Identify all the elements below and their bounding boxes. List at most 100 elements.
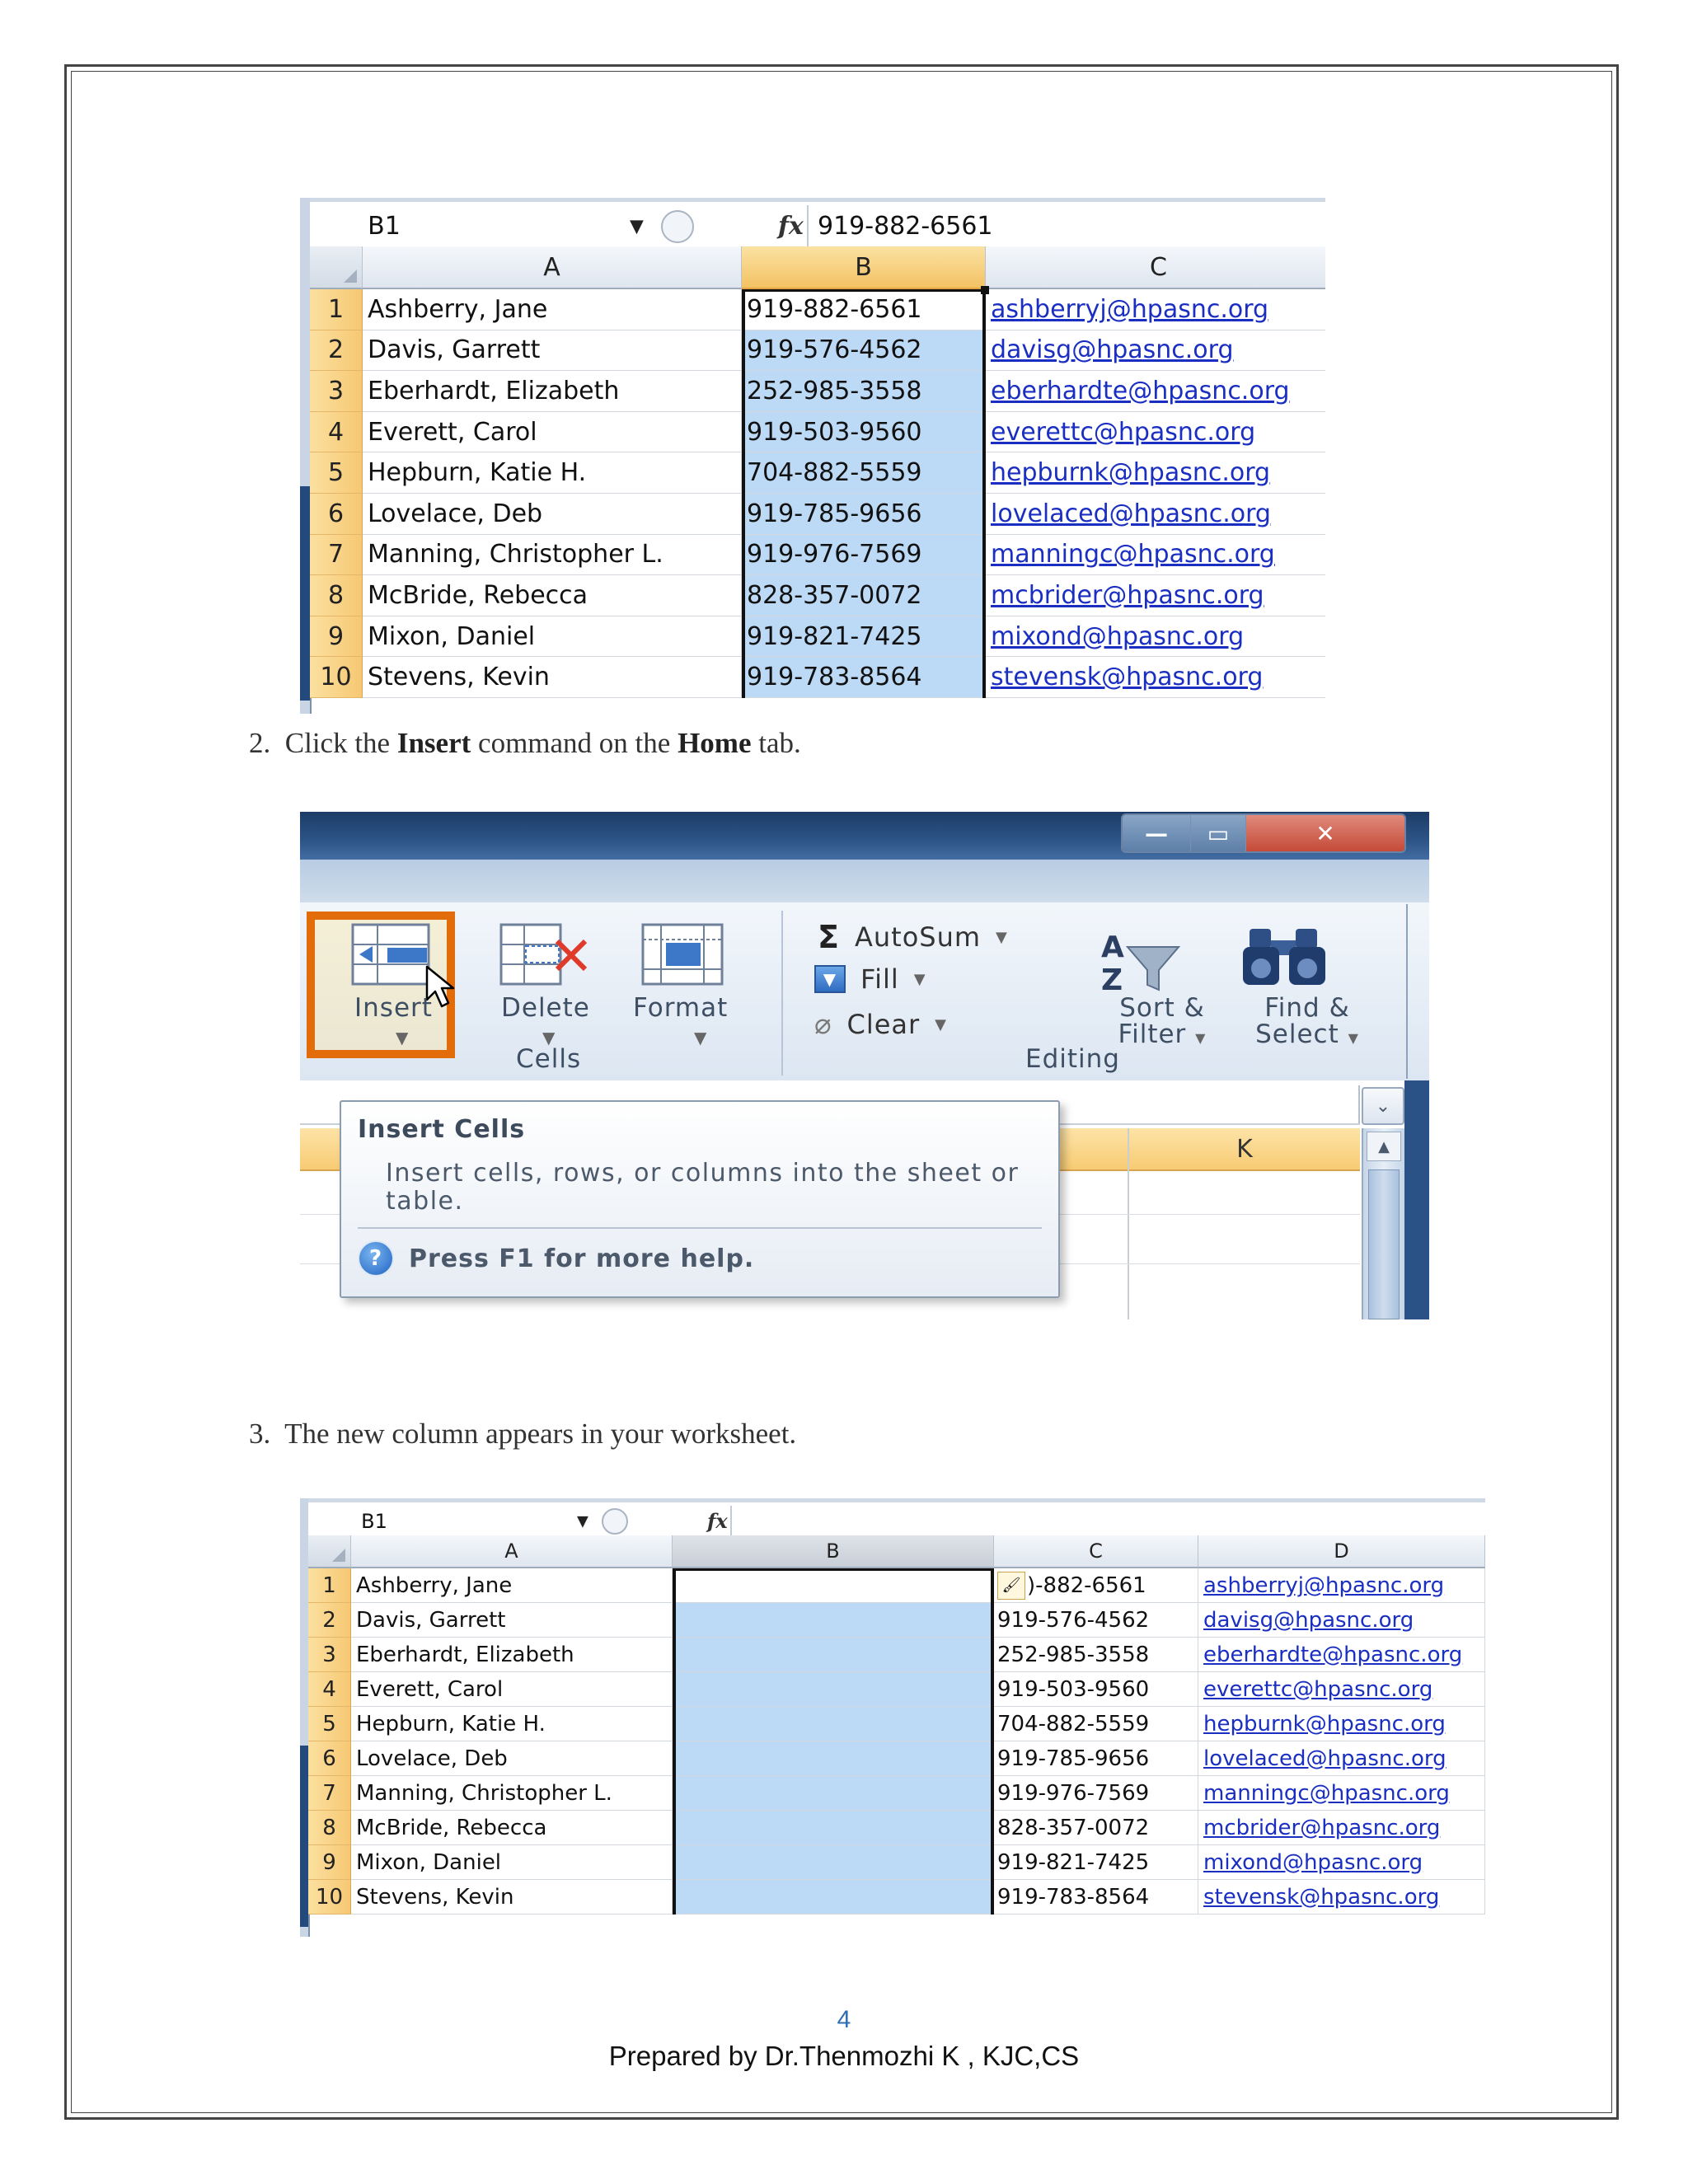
close-icon[interactable]: ✕ <box>1246 815 1404 851</box>
autosum-button[interactable]: Σ AutoSum ▼ <box>818 919 1008 955</box>
row-header[interactable]: 10 <box>310 657 363 698</box>
email-cell[interactable]: mcbrider@hpasnc.org <box>1198 1811 1485 1845</box>
email-link[interactable]: davisg@hpasnc.org <box>991 335 1234 364</box>
empty-new-cell[interactable] <box>673 1707 994 1741</box>
email-cell[interactable]: manningc@hpasnc.org <box>1198 1776 1485 1811</box>
phone-cell[interactable]: 919-503-9560 <box>994 1672 1198 1707</box>
row-header[interactable]: 4 <box>308 1672 351 1707</box>
name-cell[interactable]: Davis, Garrett <box>363 330 742 372</box>
row-header[interactable]: 3 <box>310 371 363 412</box>
row-header[interactable]: 9 <box>310 616 363 658</box>
minimize-icon[interactable]: — <box>1123 815 1191 851</box>
phone-cell[interactable]: 252-985-3558 <box>994 1638 1198 1672</box>
email-cell[interactable]: mixond@hpasnc.org <box>986 616 1325 658</box>
phone-cell[interactable]: 919-576-4562 <box>994 1603 1198 1638</box>
email-cell[interactable]: stevensk@hpasnc.org <box>986 657 1325 698</box>
name-cell[interactable]: Stevens, Kevin <box>351 1880 673 1915</box>
email-cell[interactable]: lovelaced@hpasnc.org <box>986 494 1325 535</box>
email-cell[interactable]: hepburnk@hpasnc.org <box>986 452 1325 494</box>
phone-cell[interactable]: 919-821-7425 <box>742 616 986 658</box>
email-link[interactable]: manningc@hpasnc.org <box>1203 1781 1450 1806</box>
row-header[interactable]: 4 <box>310 411 363 453</box>
phone-cell[interactable]: 919-785-9656 <box>742 494 986 535</box>
name-cell[interactable]: Lovelace, Deb <box>363 494 742 535</box>
name-cell[interactable]: Eberhardt, Elizabeth <box>351 1638 673 1672</box>
email-cell[interactable]: eberhardte@hpasnc.org <box>1198 1638 1485 1672</box>
email-cell[interactable]: manningc@hpasnc.org <box>986 535 1325 576</box>
name-cell[interactable]: Stevens, Kevin <box>363 657 742 698</box>
email-link[interactable]: hepburnk@hpasnc.org <box>1203 1712 1446 1736</box>
insert-function-icon[interactable]: fx <box>707 1502 728 1540</box>
row-header[interactable]: 8 <box>310 575 363 616</box>
name-cell[interactable]: McBride, Rebecca <box>363 575 742 616</box>
phone-cell[interactable]: 919-785-9656 <box>994 1741 1198 1776</box>
row-header[interactable]: 7 <box>310 534 363 576</box>
email-cell[interactable]: mixond@hpasnc.org <box>1198 1845 1485 1880</box>
scrollbar-thumb[interactable] <box>1368 1169 1400 1319</box>
fill-dropdown-icon[interactable]: ▼ <box>914 971 926 988</box>
column-header-b[interactable]: B <box>673 1535 994 1568</box>
email-link[interactable]: mixond@hpasnc.org <box>1203 1850 1423 1875</box>
email-link[interactable]: mcbrider@hpasnc.org <box>991 581 1264 610</box>
email-cell[interactable]: lovelaced@hpasnc.org <box>1198 1741 1485 1776</box>
email-link[interactable]: stevensk@hpasnc.org <box>991 663 1263 691</box>
maximize-icon[interactable]: ▭ <box>1191 815 1246 851</box>
name-cell[interactable]: Lovelace, Deb <box>351 1741 673 1776</box>
name-cell[interactable]: Mixon, Daniel <box>351 1845 673 1880</box>
find-select-button[interactable]: Find & Select ▼ <box>1236 995 1378 1052</box>
name-cell[interactable]: Manning, Christopher L. <box>363 534 742 576</box>
email-link[interactable]: eberhardte@hpasnc.org <box>991 377 1290 405</box>
email-link[interactable]: lovelaced@hpasnc.org <box>991 499 1271 528</box>
fill-handle[interactable] <box>981 286 989 294</box>
clear-dropdown-icon[interactable]: ▼ <box>935 1016 947 1033</box>
name-box-dropdown-icon[interactable]: ▼ <box>577 1512 588 1530</box>
fill-button[interactable]: ▼ Fill ▼ <box>814 963 926 995</box>
email-cell[interactable]: eberhardte@hpasnc.org <box>986 371 1325 412</box>
phone-cell[interactable]: 🖌)-882-6561 <box>994 1568 1198 1603</box>
name-box[interactable]: B1 <box>310 202 458 251</box>
email-cell[interactable]: davisg@hpasnc.org <box>1198 1603 1485 1638</box>
column-header-a[interactable]: A <box>363 246 742 289</box>
email-link[interactable]: lovelaced@hpasnc.org <box>1203 1746 1447 1771</box>
empty-new-cell[interactable] <box>673 1638 994 1672</box>
phone-cell[interactable]: 919-976-7569 <box>742 534 986 576</box>
clear-button[interactable]: ⌀ Clear ▼ <box>814 1008 947 1041</box>
phone-cell[interactable]: 828-357-0072 <box>994 1811 1198 1845</box>
insert-button[interactable]: Insert <box>354 993 433 1023</box>
column-header-d[interactable]: D <box>1198 1535 1485 1568</box>
phone-cell[interactable]: 919-976-7569 <box>994 1776 1198 1811</box>
name-box[interactable]: B1 <box>308 1502 440 1540</box>
phone-cell[interactable]: 704-882-5559 <box>742 452 986 494</box>
name-cell[interactable]: Hepburn, Katie H. <box>363 452 742 494</box>
name-cell[interactable]: Ashberry, Jane <box>351 1568 673 1603</box>
formula-value[interactable]: 919-882-6561 <box>818 202 993 251</box>
select-all-corner[interactable] <box>310 246 363 289</box>
email-cell[interactable]: ashberryj@hpasnc.org <box>1198 1568 1485 1603</box>
insert-dropdown-icon[interactable]: ▼ <box>396 1028 408 1047</box>
name-cell[interactable]: Eberhardt, Elizabeth <box>363 371 742 412</box>
empty-new-cell[interactable] <box>673 1603 994 1638</box>
empty-new-cell[interactable] <box>673 1811 994 1845</box>
column-header-a[interactable]: A <box>351 1535 673 1568</box>
insert-options-icon[interactable]: 🖌 <box>997 1571 1025 1600</box>
name-cell[interactable]: Hepburn, Katie H. <box>351 1707 673 1741</box>
row-header[interactable]: 1 <box>310 289 363 330</box>
column-header-k[interactable]: K <box>1129 1128 1360 1169</box>
name-cell[interactable]: Ashberry, Jane <box>363 289 742 330</box>
row-header[interactable]: 6 <box>308 1741 351 1776</box>
autosum-dropdown-icon[interactable]: ▼ <box>996 929 1008 946</box>
email-link[interactable]: everettc@hpasnc.org <box>1203 1677 1432 1702</box>
email-link[interactable]: mcbrider@hpasnc.org <box>1203 1816 1440 1840</box>
row-header[interactable]: 2 <box>310 330 363 372</box>
row-header[interactable]: 9 <box>308 1845 351 1880</box>
phone-cell[interactable]: 919-576-4562 <box>742 330 986 372</box>
phone-cell[interactable]: 919-821-7425 <box>994 1845 1198 1880</box>
name-cell[interactable]: Davis, Garrett <box>351 1603 673 1638</box>
format-dropdown-icon[interactable]: ▼ <box>694 1028 706 1047</box>
empty-new-cell[interactable] <box>673 1741 994 1776</box>
email-cell[interactable]: stevensk@hpasnc.org <box>1198 1880 1485 1915</box>
column-header-c[interactable]: C <box>986 246 1325 289</box>
scroll-up-icon[interactable]: ▲ <box>1367 1132 1401 1161</box>
row-header[interactable]: 5 <box>308 1707 351 1741</box>
empty-new-cell[interactable] <box>673 1672 994 1707</box>
